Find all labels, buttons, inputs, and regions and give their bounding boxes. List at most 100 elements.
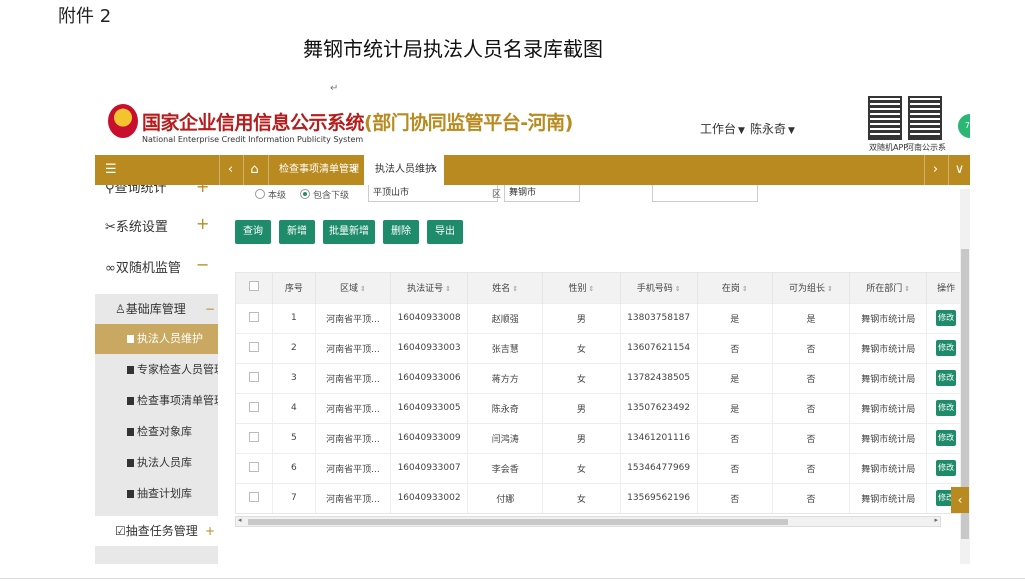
sidebar-subitem-inspection-targets[interactable]: 检查对象库 [95,417,218,447]
table-row[interactable]: 1 河南省平顶... 16040933008 赵顺强男 13803758187 是是舞钢市… [236,302,966,333]
side-panel-toggle-icon[interactable]: ‹ [951,487,969,513]
qr-code-site-icon [908,96,942,140]
header-gender[interactable]: 性别 ⇕ [542,273,621,303]
table-row[interactable]: 2 河南省平顶... 16040933003 张吉慧女 13607621154 否否舞钢市… [236,332,966,363]
tab-close-icon[interactable]: x [351,155,357,185]
radio-include-sub[interactable] [300,189,310,199]
workbench-menu[interactable]: 工作台 ▼ [700,120,745,137]
header-can-lead[interactable]: 可为组长 ⇕ [772,273,851,303]
sidebar-item-random-supervision[interactable]: ∞双随机监管 [105,257,181,276]
row-select-cell[interactable] [236,422,273,453]
cell-department: 舞钢市统计局 [849,452,928,483]
expand-plus-icon[interactable]: + [196,185,209,196]
cell-cert-no: 16040933007 [390,452,469,483]
system-title-sub: (部门协同监管平台-河南) [364,112,573,134]
document-icon [127,366,134,374]
cell-name: 付娜 [467,482,544,513]
export-button[interactable]: 导出 [427,220,463,244]
header-department[interactable]: 所在部门 ⇕ [849,273,928,303]
sort-icon[interactable]: ⇕ [360,285,366,293]
tab-dropdown-button[interactable]: ∨ [948,155,970,185]
checkbox[interactable] [248,341,259,352]
row-select-cell[interactable] [236,392,273,423]
expand-plus-icon[interactable]: + [196,214,209,233]
edit-button[interactable]: 修改 [936,400,957,416]
sort-icon[interactable]: ⇕ [742,285,748,293]
header-name[interactable]: 姓名 ⇕ [467,273,544,303]
tab-next-button[interactable]: › [924,155,946,185]
edit-button[interactable]: 修改 [936,310,957,326]
collapse-minus-icon[interactable]: − [205,294,215,324]
page-divider [0,578,1025,579]
magnifier-icon: ⚲ [105,185,115,196]
checkbox[interactable] [248,461,259,472]
cell-can-lead: 是 [772,302,851,333]
add-button[interactable]: 新增 [279,220,315,244]
home-icon[interactable]: ⌂ [243,155,265,185]
tab-prev-button[interactable]: ‹ [219,155,241,185]
sidebar-group-sampling-tasks[interactable]: ☑抽查任务管理 + [95,516,218,546]
checkbox[interactable] [248,311,259,322]
sidebar-item-system-settings[interactable]: ✂系统设置 [105,216,168,235]
edit-button[interactable]: 修改 [936,370,957,386]
user-menu[interactable]: 陈永奇 ▼ [750,120,795,137]
edit-button[interactable]: 修改 [936,430,957,446]
scroll-right-icon[interactable]: ▸ [934,516,938,524]
checkbox[interactable] [248,401,259,412]
sort-icon[interactable]: ⇕ [904,285,910,293]
table-row[interactable]: 6 河南省平顶... 16040933007 李会香女 15346477969 否否舞钢市… [236,452,966,483]
sidebar-item-query-stats[interactable]: ⚲查询统计 [105,185,167,196]
sort-icon[interactable]: ⇕ [445,285,451,293]
paragraph-mark: ↵ [330,83,339,94]
tab-close-icon[interactable]: x [431,155,437,185]
checkbox[interactable] [248,371,259,382]
expand-plus-icon[interactable]: + [205,516,215,546]
table-row[interactable]: 4 河南省平顶... 16040933005 陈永奇男 13507623492 是否舞钢市… [236,392,966,423]
tab-enforcement-staff[interactable]: 执法人员维护 x [364,155,444,185]
row-select-cell[interactable] [236,482,273,513]
checkbox[interactable] [248,431,259,442]
sidebar-subitem-sampling-plans[interactable]: 抽查计划库 [95,479,218,509]
filter-field[interactable] [652,185,758,202]
table-row[interactable]: 5 河南省平顶... 16040933009 闫鸿涛男 13461201116 否否舞钢市… [236,422,966,453]
radio-this-level[interactable] [255,189,265,199]
sidebar-group-base-library[interactable]: ♙基础库管理 − [95,294,218,324]
table-row[interactable]: 7 河南省平顶... 16040933002 付娜女 13569562196 否否舞钢市统… [236,482,966,513]
region-city-field[interactable]: 平顶山市 [368,185,498,202]
sort-icon[interactable]: ⇕ [675,285,681,293]
sort-icon[interactable]: ⇕ [588,285,594,293]
menu-toggle-icon[interactable]: ☰ [95,155,218,185]
collapse-minus-icon[interactable]: − [196,255,209,274]
sidebar-subitem-staff-library[interactable]: 执法人员库 [95,448,218,478]
header-select-all[interactable] [236,273,273,303]
row-select-cell[interactable] [236,332,273,363]
status-orb[interactable]: 73 [958,114,970,138]
header-cert-no[interactable]: 执法证号 ⇕ [390,273,469,303]
checkbox[interactable] [248,281,259,292]
batch-add-button[interactable]: 批量新增 [323,220,375,244]
region-county-field[interactable]: 舞钢市 [504,185,580,202]
delete-button[interactable]: 删除 [383,220,419,244]
tab-inspection-items[interactable]: 检查事项清单管理 x [268,155,364,185]
sort-icon[interactable]: ⇕ [512,285,518,293]
table-row[interactable]: 3 河南省平顶... 16040933006 蒋方方女 13782438505 是否舞钢市… [236,362,966,393]
cell-name: 闫鸿涛 [467,422,544,453]
query-button[interactable]: 查询 [235,220,271,244]
sidebar-subitem-staff-maintenance[interactable]: 执法人员维护 [95,324,218,354]
sort-icon[interactable]: ⇕ [827,285,833,293]
row-select-cell[interactable] [236,362,273,393]
row-select-cell[interactable] [236,302,273,333]
cell-phone: 13782438505 [620,362,698,393]
row-select-cell[interactable] [236,452,273,483]
horizontal-scrollbar[interactable]: ◂ ▸ [235,516,941,527]
checkbox[interactable] [248,491,259,502]
scrollbar-thumb[interactable] [248,519,788,525]
edit-button[interactable]: 修改 [936,460,957,476]
sidebar-subitem-expert-inspectors[interactable]: 专家检查人员管理 [95,355,218,385]
header-region[interactable]: 区域 ⇕ [315,273,391,303]
scroll-left-icon[interactable]: ◂ [238,516,242,524]
edit-button[interactable]: 修改 [936,340,957,356]
header-phone[interactable]: 手机号码 ⇕ [620,273,698,303]
header-on-duty[interactable]: 在岗 ⇕ [697,273,773,303]
sidebar-subitem-inspection-items[interactable]: 检查事项清单管理 [95,386,218,416]
